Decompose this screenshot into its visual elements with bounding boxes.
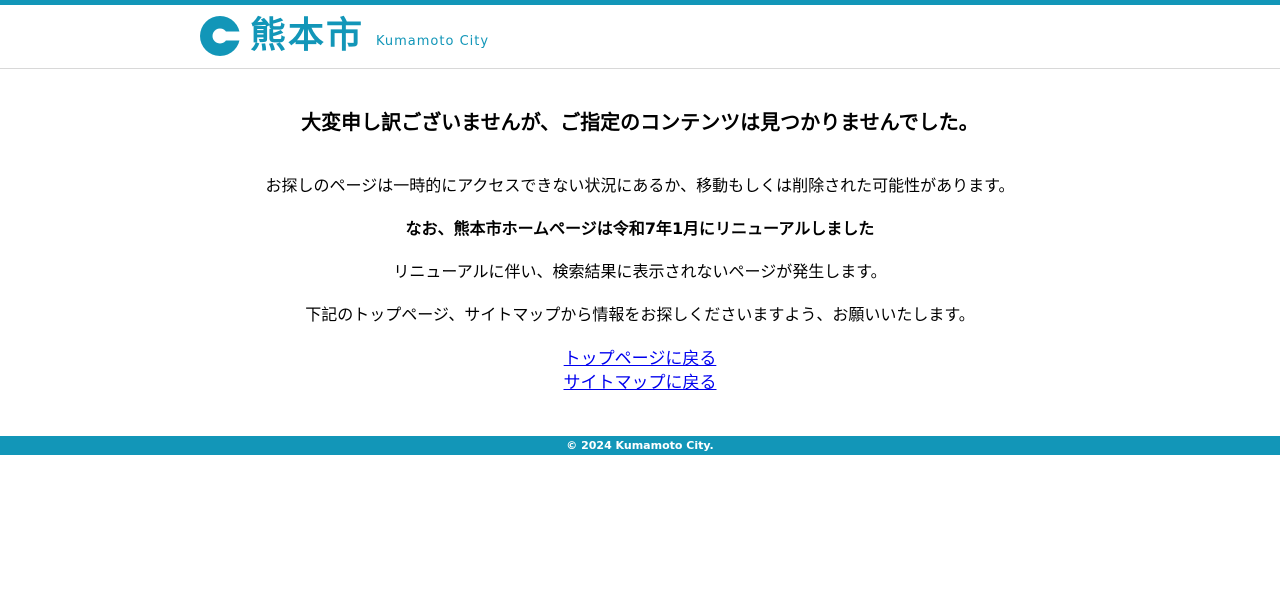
main-content: 大変申し訳ございませんが、ご指定のコンテンツは見つかりませんでした。 お探しのペ… xyxy=(0,109,1280,395)
top-page-link[interactable]: トップページに戻る xyxy=(564,349,717,369)
copyright-text: © 2024 Kumamoto City. xyxy=(566,439,714,452)
kumamoto-logo-icon xyxy=(200,16,240,56)
not-found-message: お探しのページは一時的にアクセスできない状況にあるか、移動もしくは削除された可能… xyxy=(265,176,1015,195)
logo-kanji-text: 熊本市 xyxy=(250,15,365,56)
page-title: 大変申し訳ございませんが、ご指定のコンテンツは見つかりませんでした。 xyxy=(301,110,979,134)
sitemap-link[interactable]: サイトマップに戻る xyxy=(564,373,717,393)
site-logo[interactable]: 熊本市 Kumamoto City xyxy=(200,13,489,59)
navigation-links: トップページに戻る サイトマップに戻る xyxy=(0,347,1280,395)
logo-roman-text: Kumamoto City xyxy=(376,33,490,49)
search-results-notice: リニューアルに伴い、検索結果に表示されないページが発生します。 xyxy=(393,262,887,281)
guidance-message: 下記のトップページ、サイトマップから情報をお探しくださいますよう、お願いいたしま… xyxy=(305,305,975,324)
site-header: 熊本市 Kumamoto City xyxy=(0,5,1280,69)
renewal-notice: なお、熊本市ホームページは令和7年1月にリニューアルしました xyxy=(405,219,875,238)
site-footer: © 2024 Kumamoto City. xyxy=(0,436,1280,455)
